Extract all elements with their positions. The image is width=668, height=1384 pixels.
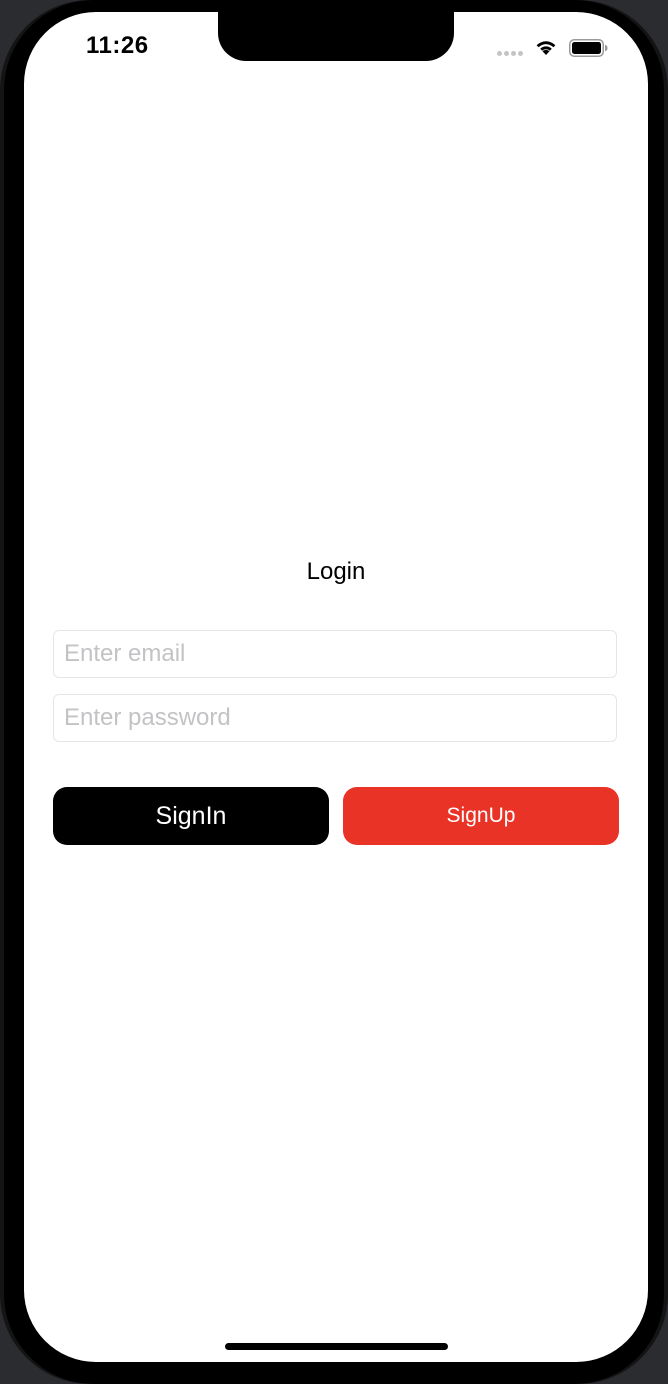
- signin-button[interactable]: SignIn: [53, 787, 329, 845]
- email-field[interactable]: [53, 630, 617, 678]
- home-indicator[interactable]: [225, 1343, 448, 1350]
- status-time: 11:26: [86, 32, 149, 59]
- page-title: Login: [306, 558, 366, 585]
- device-notch: [218, 12, 454, 61]
- app-screen: 11:26 Login SignIn SignUp: [24, 12, 648, 1362]
- battery-icon: [569, 39, 608, 57]
- phone-frame: 11:26 Login SignIn SignUp: [0, 0, 668, 1384]
- password-field[interactable]: [53, 694, 617, 742]
- cellular-signal-icon: [497, 51, 525, 57]
- wifi-icon: [536, 41, 556, 55]
- signup-button[interactable]: SignUp: [343, 787, 619, 845]
